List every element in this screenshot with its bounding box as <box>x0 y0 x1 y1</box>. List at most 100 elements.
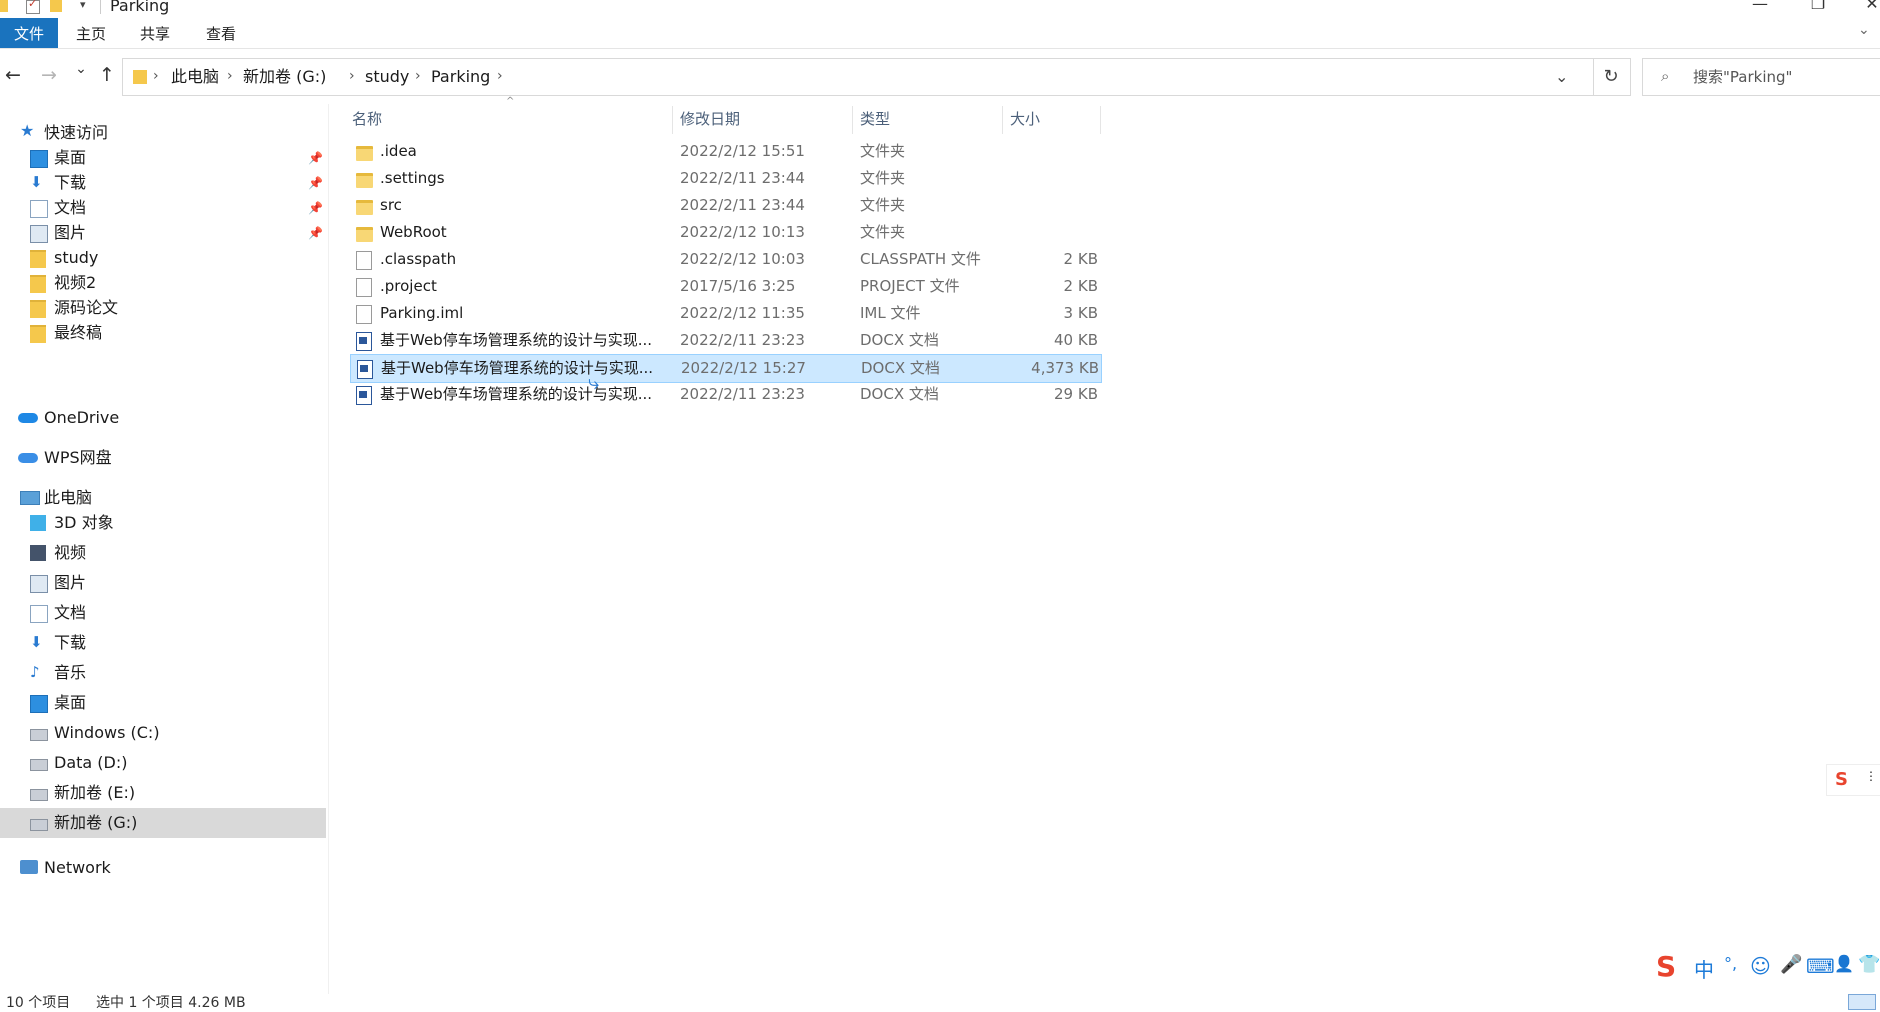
file-row[interactable]: WebRoot 2022/2/12 10:13 文件夹 <box>350 219 1100 246</box>
breadcrumb-this-pc[interactable]: 此电脑 <box>171 59 219 95</box>
sidebar-item-视频[interactable]: 视频 <box>0 538 326 568</box>
sidebar-item-图片[interactable]: 图片 <box>0 568 326 598</box>
sidebar-item-label: 文档 <box>54 603 87 622</box>
file-size: 3 KB <box>1063 304 1098 322</box>
tab-share[interactable]: 共享 <box>126 18 184 48</box>
column-header-size[interactable]: 大小 <box>1010 104 1040 134</box>
sidebar-item-3D 对象[interactable]: 3D 对象 <box>0 508 326 538</box>
sidebar-item-新加卷 (E:)[interactable]: 新加卷 (E:) <box>0 778 326 808</box>
refresh-button[interactable]: ↻ <box>1592 58 1631 96</box>
restore-button[interactable]: ❐ <box>1796 0 1840 14</box>
sidebar-item-文档[interactable]: 文档 <box>0 598 326 628</box>
file-name: WebRoot <box>380 223 447 241</box>
skin-icon[interactable]: 👕 <box>1858 954 1880 975</box>
file-row[interactable]: 基于Web停车场管理系统的设计与实现... 2022/2/11 23:23 DOCX… <box>350 327 1100 354</box>
recent-locations-button[interactable]: ⌄ <box>68 56 94 82</box>
address-dropdown-icon[interactable]: ⌄ <box>1555 67 1568 86</box>
breadcrumb-parking[interactable]: Parking <box>431 59 490 95</box>
tab-home[interactable]: 主页 <box>62 18 120 48</box>
search-input[interactable]: 搜索"Parking" <box>1693 59 1792 95</box>
forward-button[interactable]: → <box>36 62 62 88</box>
videos-icon <box>30 545 46 561</box>
pin-icon[interactable]: 📌 <box>308 201 323 215</box>
search-box[interactable]: ⌕ 搜索"Parking" <box>1642 58 1880 96</box>
file-date: 2022/2/12 10:13 <box>680 223 805 241</box>
close-button[interactable]: ✕ <box>1850 0 1880 14</box>
column-divider[interactable] <box>852 106 853 134</box>
word-document-icon <box>356 386 372 405</box>
file-type: IML 文件 <box>860 304 921 322</box>
file-name: .project <box>380 277 437 295</box>
cloud-icon <box>18 413 38 423</box>
sidebar-item-label: 视频 <box>54 543 87 562</box>
chevron-right-icon[interactable]: › <box>153 59 159 95</box>
folder-icon <box>133 70 147 84</box>
window-title: Parking <box>110 0 170 15</box>
breadcrumb-drive-g[interactable]: 新加卷 (G:) <box>243 59 326 95</box>
ime-mode-toggle[interactable]: 中 <box>1694 954 1714 983</box>
file-row[interactable]: .idea 2022/2/12 15:51 文件夹 <box>350 138 1100 165</box>
column-divider[interactable] <box>672 106 673 134</box>
pin-icon[interactable]: 📌 <box>308 176 323 190</box>
address-bar[interactable]: › 此电脑 › 新加卷 (G:) › study › Parking › ⌄ <box>122 58 1594 96</box>
sidebar-item-Windows (C:)[interactable]: Windows (C:) <box>0 718 326 748</box>
sidebar-item-onedrive[interactable]: OneDrive <box>0 403 326 433</box>
more-icon[interactable]: ⋮ <box>1865 769 1877 783</box>
chevron-right-icon[interactable]: › <box>497 59 503 95</box>
column-divider[interactable] <box>1100 106 1101 134</box>
chevron-right-icon[interactable]: › <box>349 59 355 95</box>
star-icon: ★ <box>20 121 35 140</box>
user-icon[interactable]: 👤 <box>1834 954 1854 973</box>
desktop-icon <box>30 150 48 168</box>
chevron-right-icon[interactable]: › <box>227 59 233 95</box>
file-row[interactable]: src 2022/2/11 23:44 文件夹 <box>350 192 1100 219</box>
sogou-logo-icon[interactable]: S <box>1656 950 1676 983</box>
sidebar-item-音乐[interactable]: ♪ 音乐 <box>0 658 326 688</box>
sidebar-item-最终稿[interactable]: 最终稿 <box>0 318 326 348</box>
back-button[interactable]: ← <box>0 62 26 88</box>
tab-file[interactable]: 文件 <box>0 18 58 48</box>
breadcrumb-study[interactable]: study <box>365 59 409 95</box>
column-header-date[interactable]: 修改日期 <box>680 104 740 134</box>
sidebar-item-label: 新加卷 (E:) <box>54 783 136 802</box>
customize-quick-access-icon[interactable]: ▾ <box>80 0 86 11</box>
up-button[interactable]: ↑ <box>94 62 120 88</box>
microphone-icon[interactable]: 🎤 <box>1780 954 1802 975</box>
minimize-button[interactable]: — <box>1738 0 1782 14</box>
ime-floating-badge[interactable]: S ⋮ <box>1826 764 1880 796</box>
expand-ribbon-icon[interactable]: ⌄ <box>1858 22 1870 38</box>
column-header-name[interactable]: 名称 <box>352 104 382 134</box>
file-row[interactable]: .settings 2022/2/11 23:44 文件夹 <box>350 165 1100 192</box>
pictures-icon <box>30 225 48 243</box>
keyboard-icon[interactable]: ⌨ <box>1806 954 1835 978</box>
punctuation-toggle[interactable]: °, <box>1724 954 1737 973</box>
file-icon <box>356 251 372 270</box>
sidebar-item-桌面[interactable]: 桌面 <box>0 688 326 718</box>
file-row[interactable]: Parking.iml 2022/2/12 11:35 IML 文件 3 KB <box>350 300 1100 327</box>
tab-view[interactable]: 查看 <box>192 18 250 48</box>
sidebar-item-下载[interactable]: ⬇ 下载 <box>0 628 326 658</box>
file-name: Parking.iml <box>380 304 464 322</box>
column-divider[interactable] <box>1002 106 1003 134</box>
pin-icon[interactable]: 📌 <box>308 226 323 240</box>
pin-icon[interactable]: 📌 <box>308 151 323 165</box>
divider <box>100 0 101 14</box>
sidebar-item-Data (D:)[interactable]: Data (D:) <box>0 748 326 778</box>
drag-cursor-icon: ⤷ <box>588 370 600 394</box>
properties-icon[interactable]: ✓ <box>26 0 40 14</box>
file-row[interactable]: 基于Web停车场管理系统的设计与实现... 2022/2/12 15:27 DOCX… <box>350 354 1102 383</box>
file-date: 2022/2/12 11:35 <box>680 304 805 322</box>
documents-icon <box>30 605 48 623</box>
chevron-right-icon[interactable]: › <box>415 59 421 95</box>
new-folder-icon[interactable] <box>50 0 62 12</box>
sidebar-item-新加卷 (G:)[interactable]: 新加卷 (G:) <box>0 808 326 838</box>
drive-icon <box>30 729 48 741</box>
column-header-type[interactable]: 类型 <box>860 104 890 134</box>
sidebar-item-wps[interactable]: WPS网盘 <box>0 443 326 473</box>
sidebar-item-label: 3D 对象 <box>54 513 114 532</box>
file-row[interactable]: .project 2017/5/16 3:25 PROJECT 文件 2 KB <box>350 273 1100 300</box>
emoji-icon[interactable]: ☺ <box>1750 954 1771 978</box>
file-row[interactable]: .classpath 2022/2/12 10:03 CLASSPATH 文件 2 K… <box>350 246 1100 273</box>
sidebar-item-network[interactable]: Network <box>0 853 326 883</box>
file-row[interactable]: 基于Web停车场管理系统的设计与实现... 2022/2/11 23:23 DOCX… <box>350 381 1100 408</box>
